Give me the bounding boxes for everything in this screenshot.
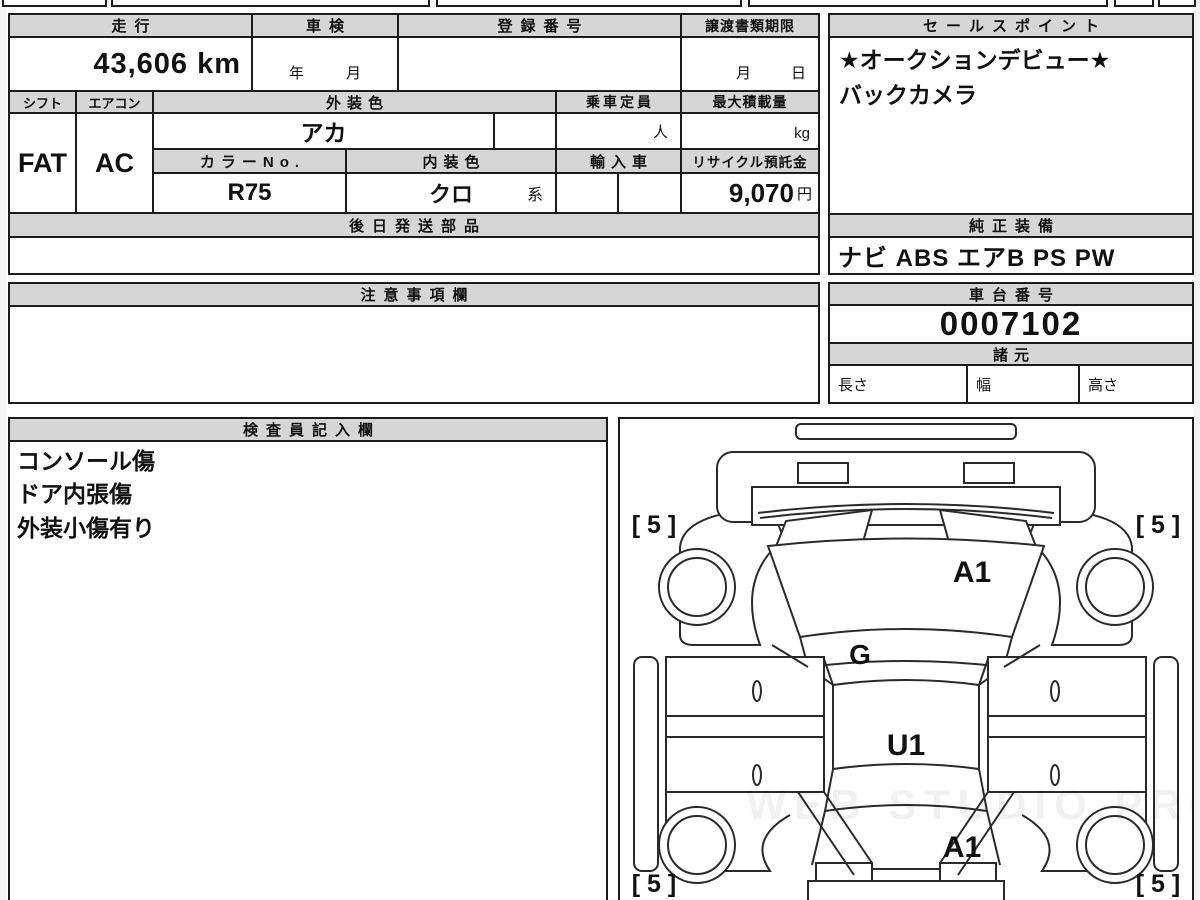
spec-height-cell: 高さ [1078, 364, 1194, 404]
tire-depth-front-left: [ 5 ] [632, 511, 676, 539]
car-top-view-diagram: A1 G U1 A1 [ 5 ] [ 5 ] [ 5 ] [ 5 ] WEB S… [632, 423, 1200, 900]
sales-point-line: ★オークションデビュー★ [839, 47, 1111, 73]
mileage-value: 43,606 km [8, 36, 253, 92]
cutoff-cell [1114, 0, 1154, 7]
import-cell-left [555, 172, 619, 214]
recycle-value: 9,070 円 [680, 172, 820, 214]
left-rocker-panel [633, 656, 659, 872]
inspector-notes-header: 検査員記入欄 [8, 417, 608, 442]
shaken-year-label: 年 [288, 65, 304, 82]
recycle-unit: 円 [796, 185, 812, 203]
chassis-number-header: 車台番号 [828, 282, 1194, 306]
right-door-panel [987, 656, 1147, 793]
tire-depth-front-right: [ 5 ] [1136, 511, 1180, 539]
damage-code-roof: U1 [887, 729, 925, 762]
aircon-header: エアコン [75, 90, 154, 114]
registration-value [397, 36, 682, 92]
rear-bumper [807, 880, 1005, 900]
left-door-panel [665, 656, 825, 793]
damage-code-rear: A1 [943, 831, 981, 864]
chassis-number-value: 0007102 [828, 304, 1194, 344]
license-plate-recess [871, 868, 941, 882]
interior-color-text: クロ [428, 182, 473, 207]
sales-point-line: バックカメラ [839, 81, 977, 108]
watermark-text: WEB STUDIO.PRO [746, 781, 1192, 828]
tire-depth-rear-left: [ 5 ] [632, 870, 676, 898]
exterior-color-extra-cell [493, 112, 557, 150]
damage-code-bonnet: G [849, 639, 871, 670]
mileage-header: 走行 [8, 13, 253, 38]
damage-diagram-panel: A1 G U1 A1 [ 5 ] [ 5 ] [ 5 ] [ 5 ] WEB S… [618, 417, 1200, 900]
shift-header: シフト [8, 90, 77, 114]
transfer-docs-value: 月 日 [680, 36, 820, 92]
spec-length-cell: 長さ [828, 364, 968, 404]
cutoff-cell [2, 0, 107, 7]
cutoff-cell [748, 0, 1108, 7]
shaken-month-label: 月 [346, 65, 362, 82]
color-no-value: R75 [152, 172, 347, 214]
sales-point-header: セールスポイント [828, 13, 1194, 38]
cutoff-cell [111, 0, 430, 7]
import-cell-right [617, 172, 682, 214]
front-right-wheel [1076, 548, 1154, 626]
inspector-note-line: 外装小傷有り [17, 514, 155, 541]
inspector-note-line: コンソール傷 [17, 448, 155, 474]
later-parts-header: 後日発送部品 [8, 212, 820, 238]
inspector-notes-body: コンソール傷 ドア内張傷 外装小傷有り [8, 440, 608, 900]
recycle-header: リサイクル預託金 [680, 148, 820, 174]
later-parts-value [8, 236, 820, 275]
spec-width-cell: 幅 [966, 364, 1080, 404]
cutoff-cell [436, 0, 742, 7]
front-left-wheel [658, 548, 736, 626]
aircon-value: AC [75, 112, 154, 214]
shaken-value: 年 月 [251, 36, 399, 92]
tire-depth-rear-right: [ 5 ] [1136, 870, 1180, 898]
interior-color-suffix: 系 [526, 187, 543, 204]
shaken-header: 車検 [251, 13, 399, 38]
rear-right-lamp [939, 862, 997, 882]
front-bumper-strip [795, 423, 1017, 440]
notes-body [8, 305, 820, 404]
right-rocker-panel [1153, 656, 1179, 872]
roof-front-edge [807, 666, 1005, 686]
transfer-month-label: 月 [735, 65, 751, 82]
payload-value: kg [680, 112, 820, 150]
shift-value: FAT [8, 112, 77, 214]
exterior-color-value: アカ [152, 112, 495, 150]
recycle-amount: 9,070 [728, 177, 794, 208]
damage-code-windshield: A1 [953, 556, 991, 589]
import-header: 輸入車 [555, 148, 682, 174]
genuine-equipment-value: ナビ ABS エアB PS PW [828, 236, 1194, 275]
capacity-header: 乗車定員 [555, 90, 682, 114]
capacity-value: 人 [555, 112, 682, 150]
payload-header: 最大積載量 [680, 90, 820, 114]
registration-header: 登録番号 [397, 13, 682, 38]
inspector-note-line: ドア内張傷 [17, 481, 132, 508]
color-no-header: カラーNo. [152, 148, 347, 174]
sales-point-body: ★オークションデビュー★ バックカメラ [828, 36, 1194, 215]
windshield [766, 537, 1046, 639]
transfer-day-label: 日 [790, 65, 806, 82]
interior-color-value: クロ 系 [345, 172, 557, 214]
genuine-equipment-header: 純正装備 [828, 213, 1194, 238]
exterior-color-header: 外装色 [152, 90, 557, 114]
specs-header: 諸元 [828, 342, 1194, 366]
cutoff-cell [1158, 0, 1196, 7]
auction-sheet-page: 走行 車検 登録番号 譲渡書類期限 43,606 km 年 月 月 日 シフト … [0, 0, 1200, 900]
transfer-docs-header: 譲渡書類期限 [680, 13, 820, 38]
notes-header: 注意事項欄 [8, 282, 820, 307]
interior-color-header: 内装色 [345, 148, 557, 174]
bonnet-band [799, 636, 1013, 668]
rear-left-lamp [815, 862, 873, 882]
